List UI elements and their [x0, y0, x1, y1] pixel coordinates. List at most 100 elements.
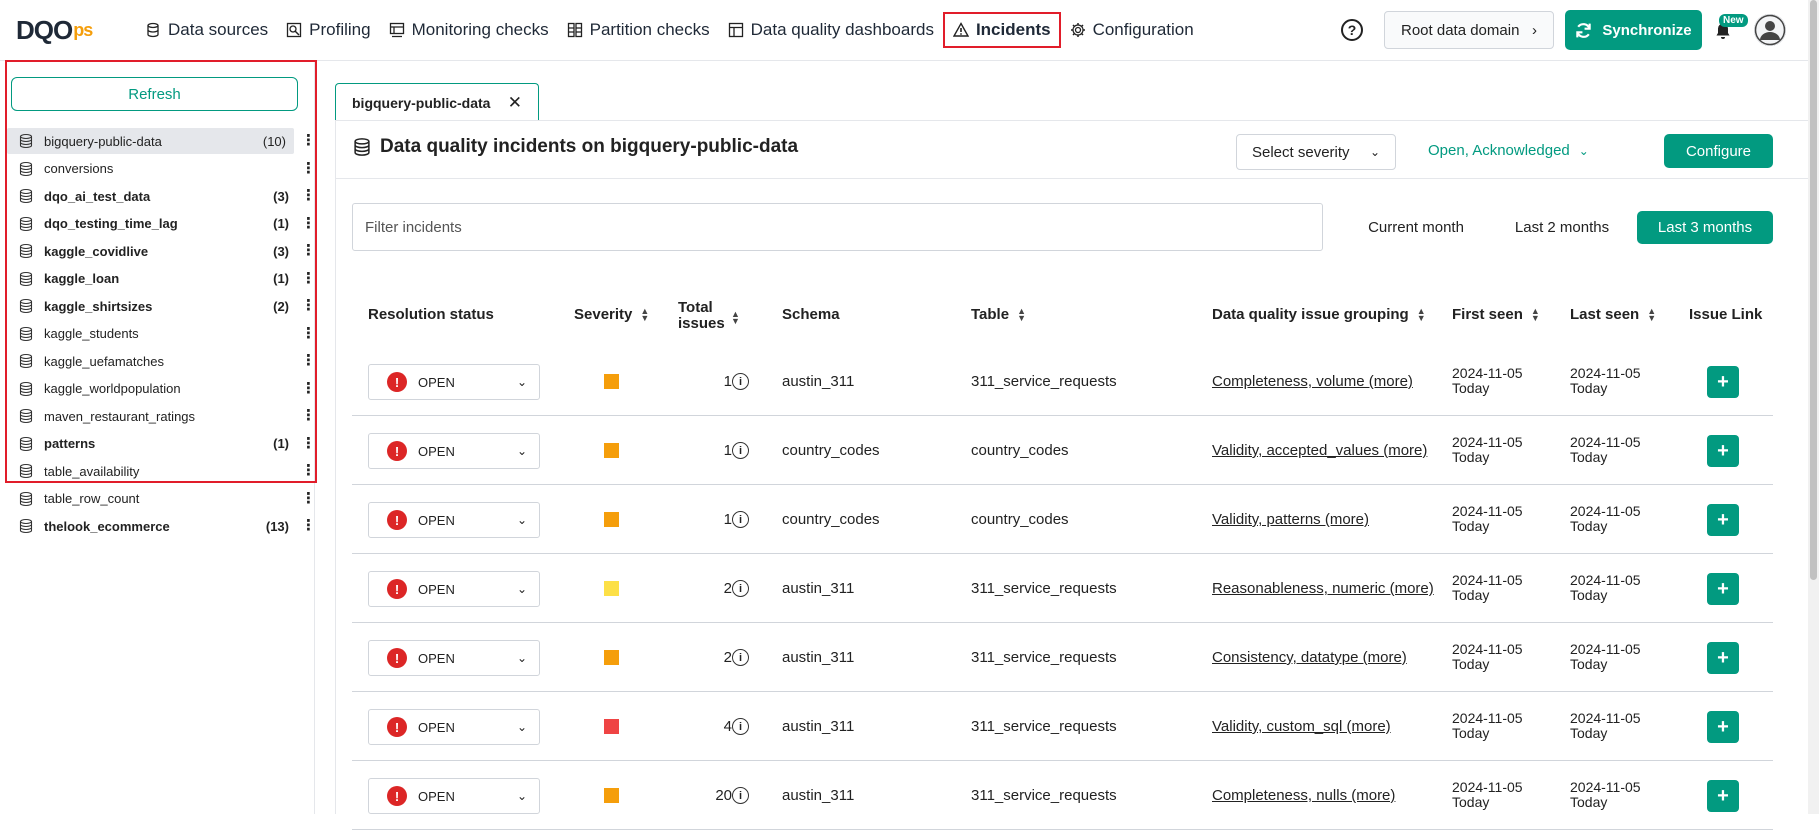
last-seen-relative: Today [1570, 518, 1608, 534]
kebab-menu-icon[interactable]: ⋮ [301, 326, 316, 341]
kebab-menu-icon[interactable]: ⋮ [301, 161, 316, 176]
nav-incidents[interactable]: Incidents [942, 12, 1061, 48]
kebab-menu-icon[interactable]: ⋮ [301, 491, 316, 506]
tab-bigquery-public-data[interactable]: bigquery-public-data ✕ [335, 83, 539, 121]
sidebar-item-label: dqo_testing_time_lag [44, 216, 178, 231]
resolution-status-select[interactable]: ! OPEN ⌄ [368, 640, 540, 676]
sidebar-item-kaggle_loan[interactable]: kaggle_loan (1) ⋮ [7, 266, 316, 292]
filter-incidents-input[interactable] [352, 203, 1323, 251]
issue-grouping-link[interactable]: Validity, custom_sql (more) [1212, 718, 1391, 735]
kebab-menu-icon[interactable]: ⋮ [301, 381, 316, 396]
sidebar-item-table_availability[interactable]: table_availability ⋮ [7, 458, 316, 484]
add-issue-link-button[interactable]: + [1707, 711, 1739, 743]
sidebar-item-dqo_testing_time_lag[interactable]: dqo_testing_time_lag (1) ⋮ [7, 211, 316, 237]
sidebar-item-maven_restaurant_ratings[interactable]: maven_restaurant_ratings ⋮ [7, 403, 316, 429]
info-icon[interactable]: i [732, 373, 749, 390]
add-issue-link-button[interactable]: + [1707, 642, 1739, 674]
resolution-status-select[interactable]: ! OPEN ⌄ [368, 364, 540, 400]
sidebar-item-conversions[interactable]: conversions ⋮ [7, 156, 316, 182]
nav-profiling[interactable]: Profiling [277, 12, 379, 48]
kebab-menu-icon[interactable]: ⋮ [301, 436, 316, 451]
sidebar-item-bigquery-public-data[interactable]: bigquery-public-data (10) ⋮ [7, 128, 316, 154]
severity-select[interactable]: Select severity ⌄ [1236, 134, 1396, 170]
col-header-last-seen[interactable]: Last seen ▲ ▼ [1570, 307, 1656, 323]
info-icon[interactable]: i [732, 718, 749, 735]
range-last-3-months[interactable]: Last 3 months [1637, 211, 1773, 244]
issue-grouping-link[interactable]: Completeness, volume (more) [1212, 373, 1413, 390]
info-icon[interactable]: i [732, 511, 749, 528]
add-issue-link-button[interactable]: + [1707, 366, 1739, 398]
kebab-menu-icon[interactable]: ⋮ [301, 216, 316, 231]
col-header-severity[interactable]: Severity ▲ ▼ [574, 307, 649, 323]
sidebar-item-table_row_count[interactable]: table_row_count ⋮ [7, 486, 316, 512]
close-icon[interactable]: ✕ [508, 93, 522, 113]
nav-monitoring-checks[interactable]: Monitoring checks [380, 12, 558, 48]
kebab-menu-icon[interactable]: ⋮ [301, 133, 316, 148]
nav-partition-checks[interactable]: Partition checks [558, 12, 719, 48]
sync-label: Synchronize [1602, 21, 1692, 39]
table-row: ! OPEN ⌄ 20 i austin_311 311_service_requests C… [352, 761, 1773, 830]
kebab-menu-icon[interactable]: ⋮ [301, 298, 316, 313]
add-issue-link-button[interactable]: + [1707, 780, 1739, 812]
kebab-menu-icon[interactable]: ⋮ [301, 188, 316, 203]
sidebar-item-patterns[interactable]: patterns (1) ⋮ [7, 431, 316, 457]
resolution-status-select[interactable]: ! OPEN ⌄ [368, 433, 540, 469]
info-icon[interactable]: i [732, 649, 749, 666]
dqops-logo[interactable]: DQO ps [16, 15, 93, 45]
nav-configuration[interactable]: Configuration [1061, 12, 1203, 48]
sort-icon[interactable]: ▲ ▼ [1417, 307, 1426, 323]
issue-grouping-link[interactable]: Validity, accepted_values (more) [1212, 442, 1427, 459]
status-filter-dropdown[interactable]: Open, Acknowledged ⌄ [1428, 142, 1589, 159]
resolution-status-select[interactable]: ! OPEN ⌄ [368, 709, 540, 745]
configure-button[interactable]: Configure [1664, 134, 1773, 168]
col-header-total-issues[interactable]: Total issues [678, 300, 725, 332]
sort-icon[interactable]: ▲ ▼ [1017, 307, 1026, 323]
sidebar-item-kaggle_students[interactable]: kaggle_students ⋮ [7, 321, 316, 347]
sidebar-item-kaggle_shirtsizes[interactable]: kaggle_shirtsizes (2) ⋮ [7, 293, 316, 319]
sort-icon[interactable]: ▲ ▼ [640, 307, 649, 323]
sort-icon[interactable]: ▲ ▼ [1531, 307, 1540, 323]
sort-icon[interactable]: ▲ ▼ [1647, 307, 1656, 323]
resolution-status-select[interactable]: ! OPEN ⌄ [368, 502, 540, 538]
sidebar-item-kaggle_covidlive[interactable]: kaggle_covidlive (3) ⋮ [7, 238, 316, 264]
kebab-menu-icon[interactable]: ⋮ [301, 463, 316, 478]
scrollbar-thumb[interactable] [1810, 0, 1817, 580]
kebab-menu-icon[interactable]: ⋮ [301, 271, 316, 286]
nav-data-quality-dashboards[interactable]: Data quality dashboards [719, 12, 943, 48]
add-issue-link-button[interactable]: + [1707, 504, 1739, 536]
schema-cell: austin_311 [782, 580, 855, 597]
issue-grouping-link[interactable]: Reasonableness, numeric (more) [1212, 580, 1434, 597]
kebab-menu-icon[interactable]: ⋮ [301, 353, 316, 368]
col-header-table[interactable]: Table ▲ ▼ [971, 307, 1026, 323]
info-icon[interactable]: i [732, 442, 749, 459]
sidebar-item-kaggle_uefamatches[interactable]: kaggle_uefamatches ⋮ [7, 348, 316, 374]
issue-grouping-link[interactable]: Validity, patterns (more) [1212, 511, 1369, 528]
sidebar-item-thelook_ecommerce[interactable]: thelook_ecommerce (13) ⋮ [7, 513, 316, 539]
issue-grouping-link[interactable]: Completeness, nulls (more) [1212, 787, 1395, 804]
col-header-issue-grouping[interactable]: Data quality issue grouping ▲ ▼ [1212, 307, 1426, 323]
col-header-first-seen[interactable]: First seen ▲ ▼ [1452, 307, 1540, 323]
resolution-status-select[interactable]: ! OPEN ⌄ [368, 571, 540, 607]
sidebar-item-label: kaggle_uefamatches [44, 353, 164, 369]
user-avatar[interactable] [1754, 14, 1786, 46]
help-icon[interactable]: ? [1341, 19, 1363, 41]
sidebar-item-dqo_ai_test_data[interactable]: dqo_ai_test_data (3) ⋮ [7, 183, 316, 209]
info-icon[interactable]: i [732, 580, 749, 597]
kebab-menu-icon[interactable]: ⋮ [301, 243, 316, 258]
resolution-status-select[interactable]: ! OPEN ⌄ [368, 778, 540, 814]
kebab-menu-icon[interactable]: ⋮ [301, 518, 316, 533]
nav-data-sources[interactable]: Data sources [136, 12, 277, 48]
issue-grouping-link[interactable]: Consistency, datatype (more) [1212, 649, 1407, 666]
range-current-month[interactable]: Current month [1360, 211, 1472, 244]
schema-cell: austin_311 [782, 373, 855, 390]
sidebar-item-kaggle_worldpopulation[interactable]: kaggle_worldpopulation ⋮ [7, 376, 316, 402]
range-last-2-months[interactable]: Last 2 months [1500, 211, 1624, 244]
add-issue-link-button[interactable]: + [1707, 573, 1739, 605]
page-scrollbar[interactable] [1808, 0, 1819, 814]
kebab-menu-icon[interactable]: ⋮ [301, 408, 316, 423]
info-icon[interactable]: i [732, 787, 749, 804]
add-issue-link-button[interactable]: + [1707, 435, 1739, 467]
synchronize-button[interactable]: Synchronize [1565, 10, 1702, 50]
sort-icon[interactable]: ▲ ▼ [731, 310, 740, 326]
data-domain-selector[interactable]: Root data domain › [1384, 11, 1554, 49]
